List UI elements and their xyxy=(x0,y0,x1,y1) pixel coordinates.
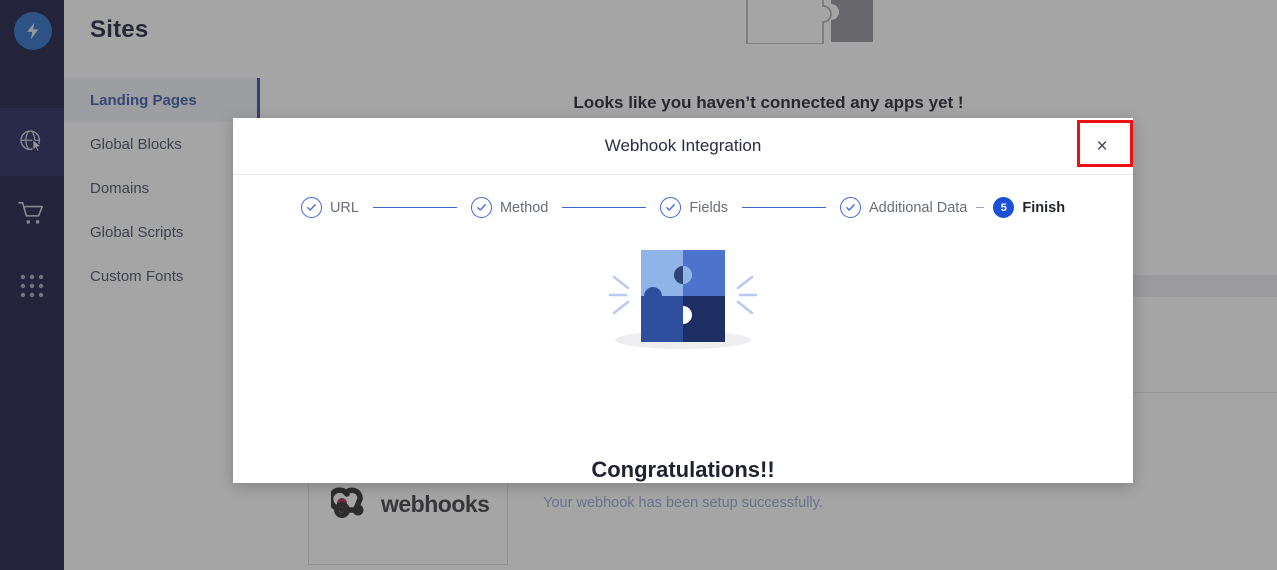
success-illustration xyxy=(233,237,1133,352)
success-heading: Congratulations!! xyxy=(591,457,775,482)
step-finish[interactable]: 5 Finish xyxy=(993,197,1065,218)
step-connector-short xyxy=(976,206,985,209)
step-method[interactable]: Method xyxy=(470,197,549,218)
step-number-badge: 5 xyxy=(993,197,1015,218)
app-root: Sites Landing Pages Global Blocks Domain… xyxy=(0,0,1277,570)
wizard-stepper: URL Method Fields Additional Data 5 Fini… xyxy=(233,197,1133,218)
step-fields[interactable]: Fields xyxy=(660,197,728,218)
step-label: Finish xyxy=(1022,199,1066,216)
step-check-icon xyxy=(300,197,322,218)
close-icon[interactable]: × xyxy=(1083,128,1121,166)
step-check-icon xyxy=(660,197,682,218)
modal-body: URL Method Fields Additional Data 5 Fini… xyxy=(233,197,1133,511)
webhook-integration-modal: Webhook Integration × URL Method Fields … xyxy=(233,118,1133,511)
step-check-icon xyxy=(840,197,862,218)
modal-title: Webhook Integration xyxy=(604,136,762,155)
step-check-icon xyxy=(470,197,492,218)
step-label: Fields xyxy=(689,199,729,216)
step-label: URL xyxy=(329,199,359,216)
step-connector xyxy=(372,206,457,209)
puzzle-complete-icon xyxy=(608,250,758,349)
step-additional-data[interactable]: Additional Data xyxy=(840,197,967,218)
step-connector xyxy=(562,206,647,209)
success-subtext: Your webhook has been setup successfully… xyxy=(543,495,823,511)
step-url[interactable]: URL xyxy=(300,197,359,218)
modal-header: Webhook Integration × xyxy=(233,118,1133,175)
step-label: Additional Data xyxy=(869,199,968,216)
step-connector xyxy=(742,206,827,209)
step-label: Method xyxy=(499,199,549,216)
